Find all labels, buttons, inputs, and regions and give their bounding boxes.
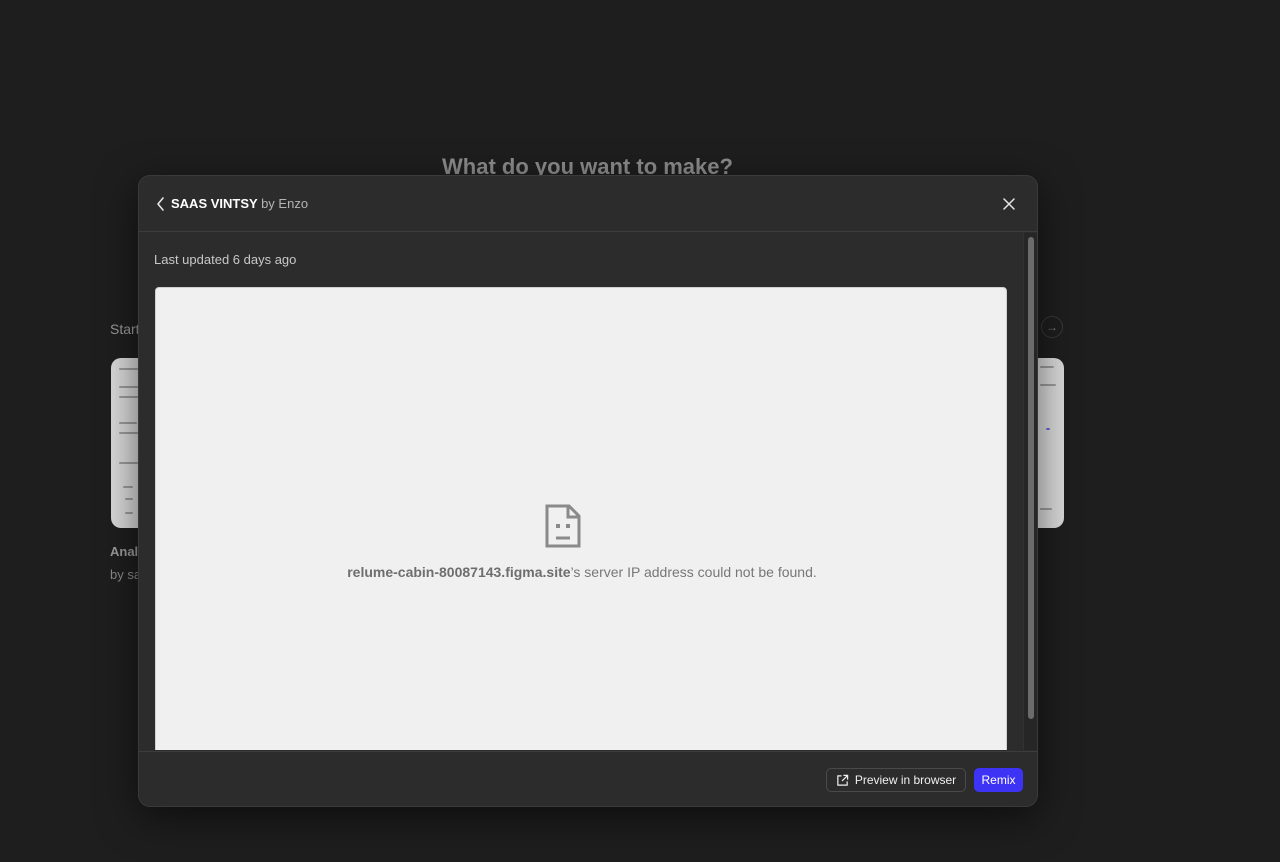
page: What do you want to make? Start → Anal b… [0,0,1280,862]
error-message: relume-cabin-80087143.figma.site’s serve… [156,564,1008,580]
modal-title: SAAS VINTSY by Enzo [171,196,308,211]
external-link-icon [837,774,849,786]
scrollbar-thumb[interactable] [1028,237,1034,719]
site-preview-frame[interactable]: relume-cabin-80087143.figma.site’s serve… [155,287,1007,750]
error-host: relume-cabin-80087143.figma.site [347,564,571,580]
template-author: by Enzo [261,196,309,211]
last-updated: Last updated 6 days ago [154,252,297,267]
preview-button-label: Preview in browser [854,773,957,787]
modal-header: SAAS VINTSY by Enzo [139,176,1037,232]
card-author: by sa [110,567,142,582]
template-name: SAAS VINTSY [171,196,258,211]
scrollbar[interactable] [1023,233,1037,750]
template-preview-modal: SAAS VINTSY by Enzo Last updated 6 days … [138,175,1038,807]
preview-in-browser-button[interactable]: Preview in browser [826,768,966,792]
section-label: Start [110,321,140,337]
chevron-left-icon[interactable] [153,194,169,214]
modal-body[interactable]: Last updated 6 days ago relume-cabin-800… [139,233,1023,750]
arrow-right-icon[interactable]: → [1041,316,1063,338]
remix-button[interactable]: Remix [974,768,1023,792]
error-detail: ’s server IP address could not be found. [570,564,817,580]
close-icon[interactable] [997,192,1021,216]
modal-footer: Preview in browser Remix [139,751,1037,806]
sad-document-icon [545,504,581,548]
card-title: Anal [110,544,139,559]
